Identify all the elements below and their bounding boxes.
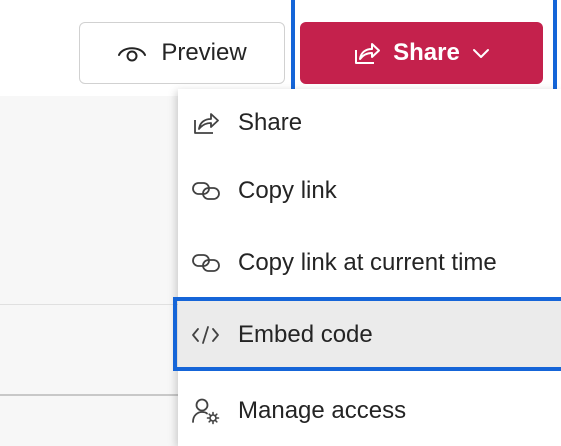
menu-item-share[interactable]: Share (178, 89, 561, 157)
link-icon (188, 248, 224, 278)
share-button-highlight (291, 0, 557, 96)
menu-item-manage-access[interactable]: Manage access (178, 377, 561, 445)
preview-label: Preview (161, 39, 247, 66)
embed-code-highlight (173, 297, 561, 371)
person-gear-icon (188, 396, 224, 426)
menu-item-label: Copy link at current time (238, 249, 497, 276)
divider (0, 394, 178, 396)
eye-icon (117, 42, 147, 64)
menu-item-copy-link[interactable]: Copy link (178, 157, 561, 225)
menu-item-label: Manage access (238, 397, 407, 424)
link-icon (188, 176, 224, 206)
menu-item-label: Copy link (238, 177, 337, 204)
preview-button[interactable]: Preview (79, 22, 285, 84)
share-menu: Share Copy link Copy link at current tim… (178, 89, 561, 446)
divider (0, 304, 178, 305)
menu-item-label: Share (238, 109, 303, 136)
share-icon (188, 108, 224, 138)
menu-item-copy-link-current-time[interactable]: Copy link at current time (178, 229, 561, 297)
background-panel (0, 96, 178, 446)
